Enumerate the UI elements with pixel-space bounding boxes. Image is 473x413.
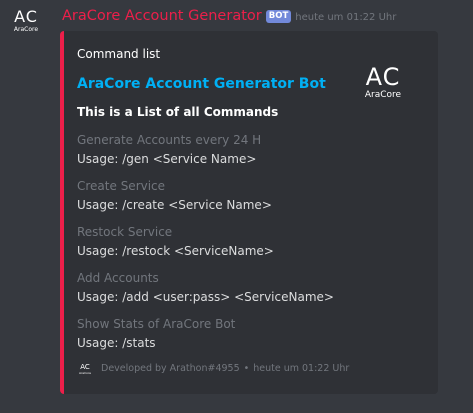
message-header: AraCore Account Generator BOT heute um 01:…: [62, 6, 396, 24]
thumbnail-logo-subtext: AraCore: [364, 90, 402, 100]
field-value-restock: Usage: /restock <ServiceName>: [77, 244, 274, 258]
field-value-create: Usage: /create <Service Name>: [77, 198, 272, 212]
footer-logo-text: AC: [80, 363, 90, 371]
author-name[interactable]: AraCore Account Generator: [62, 8, 262, 24]
field-name-stats: Show Stats of AraCore Bot: [77, 317, 236, 331]
field-value-gen: Usage: /gen <Service Name>: [77, 152, 257, 166]
bot-message: AC AraCore AraCore Account Generator BOT h…: [0, 0, 473, 413]
bot-avatar[interactable]: AC AraCore: [6, 8, 46, 48]
embed-thumbnail[interactable]: AC AraCore: [359, 64, 407, 104]
field-value-stats: Usage: /stats: [77, 336, 156, 350]
field-name-gen: Generate Accounts every 24 H: [77, 133, 262, 147]
embed-author: Command list: [77, 47, 161, 61]
embed-footer: AC AraCore Developed by Arathon#4955 • heu…: [77, 363, 349, 375]
bot-badge: BOT: [265, 10, 292, 23]
field-value-add: Usage: /add <user:pass> <ServiceName>: [77, 290, 334, 304]
embed: Command list AraCore Account Generator B…: [60, 31, 438, 394]
footer-separator: •: [243, 363, 250, 374]
embed-title[interactable]: AraCore Account Generator Bot: [77, 76, 326, 92]
footer-logo-subtext: AraCore: [78, 371, 92, 375]
field-name-add: Add Accounts: [77, 271, 159, 285]
field-name-create: Create Service: [77, 179, 166, 193]
field-name-restock: Restock Service: [77, 225, 173, 239]
footer-text: Developed by Arathon#4955: [101, 363, 240, 374]
avatar-logo-subtext: AraCore: [13, 26, 39, 33]
footer-icon: AC AraCore: [77, 363, 93, 375]
avatar-logo-text: AC: [14, 7, 38, 26]
footer-timestamp: heute um 01:22 Uhr: [253, 363, 350, 374]
embed-description: This is a List of all Commands: [77, 105, 279, 119]
thumbnail-logo-text: AC: [365, 63, 401, 91]
message-timestamp: heute um 01:22 Uhr: [295, 12, 397, 23]
